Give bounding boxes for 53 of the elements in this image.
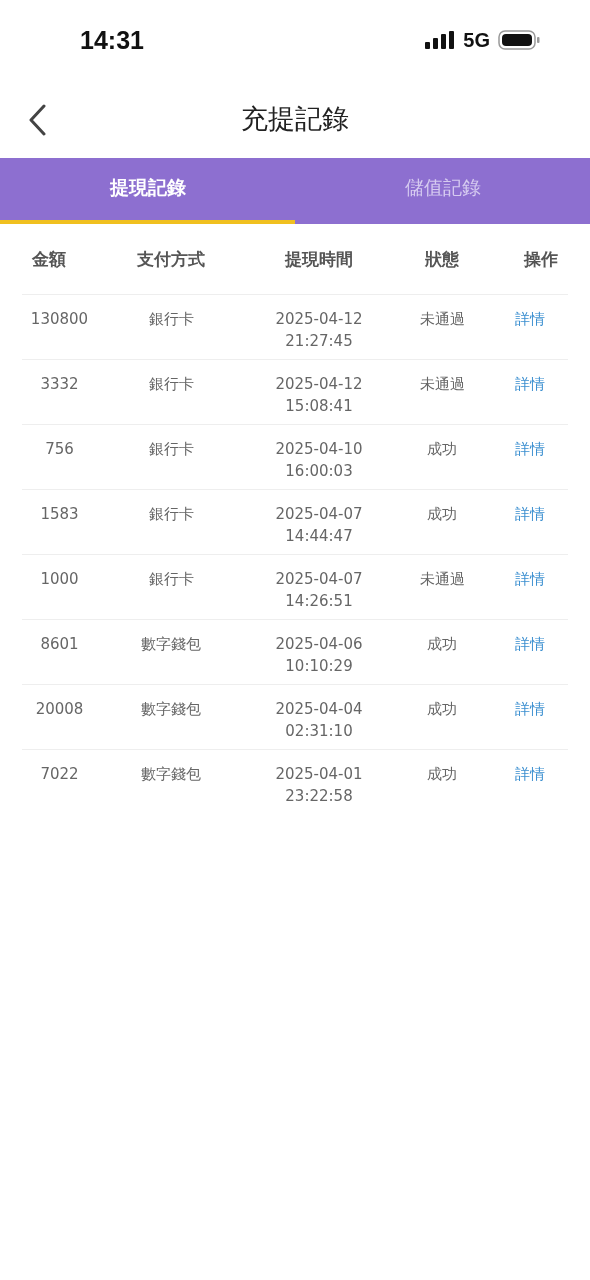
table-cell-text: 銀行卡 [148,504,194,525]
network-label: 5G [463,28,490,52]
table-cell-text: 數字錢包 [141,764,201,785]
details-link[interactable]: 詳情 [514,698,545,720]
signal-icon [425,31,456,49]
battery-icon [498,30,540,50]
table-cell-text: 2025-04-12 15:08:41 [275,374,363,417]
table-cell-text: 2025-04-12 21:27:45 [275,309,363,352]
table-cell-text: 8601 [40,634,79,655]
table-cell-text: 2025-04-07 14:26:51 [275,569,363,612]
table-cell-text: 2025-04-01 23:22:58 [275,764,363,807]
table-cell-text: 1583 [40,504,79,525]
column-header: 狀態 [424,247,460,271]
table-cell-text: 成功 [427,699,457,720]
column-header: 金額 [30,247,67,271]
table-cell-text: 成功 [427,439,457,460]
table-cell-text: 銀行卡 [148,374,194,395]
table-cell-text: 130800 [30,309,89,330]
table-cell-text: 3332 [40,374,79,395]
details-link[interactable]: 詳情 [514,568,545,590]
tab[interactable]: 提現記錄 [0,158,295,224]
table-cell-text: 20008 [35,699,84,720]
table-cell-text: 756 [45,439,74,460]
table-cell-text: 成功 [427,634,457,655]
table-cell-text: 數字錢包 [141,699,201,720]
details-link[interactable]: 詳情 [514,763,545,785]
table-cell-text: 數字錢包 [141,634,201,655]
chevron-left-icon [28,104,46,136]
table-cell-text: 2025-04-06 10:10:29 [275,634,363,677]
table-cell-text: 銀行卡 [148,439,194,460]
table-cell-text: 銀行卡 [148,309,194,330]
column-header: 提現時間 [283,247,354,271]
table-cell-text: 未通過 [419,374,465,395]
table-cell-text: 2025-04-07 14:44:47 [275,504,363,547]
table-cell-text: 成功 [427,504,457,525]
column-header: 操作 [522,247,559,271]
table-cell-text: 成功 [427,764,457,785]
details-link[interactable]: 詳情 [514,503,545,525]
table-cell-text: 2025-04-10 16:00:03 [275,439,363,482]
details-link[interactable]: 詳情 [514,373,545,395]
table-cell-text: 7022 [40,764,79,785]
table-cell-text: 未通過 [419,569,465,590]
table-cell-text: 1000 [40,569,79,590]
table-cell-text: 未通過 [419,309,465,330]
details-link[interactable]: 詳情 [514,308,545,330]
column-header: 支付方式 [136,247,206,271]
details-link[interactable]: 詳情 [514,438,545,460]
status-time: 14:31 [80,25,144,55]
details-link[interactable]: 詳情 [514,633,545,655]
table-cell-text: 銀行卡 [148,569,194,590]
page-title: 充提記錄 [241,102,349,136]
tab[interactable]: 儲值記錄 [295,158,590,224]
table-cell-text: 2025-04-04 02:31:10 [275,699,363,742]
